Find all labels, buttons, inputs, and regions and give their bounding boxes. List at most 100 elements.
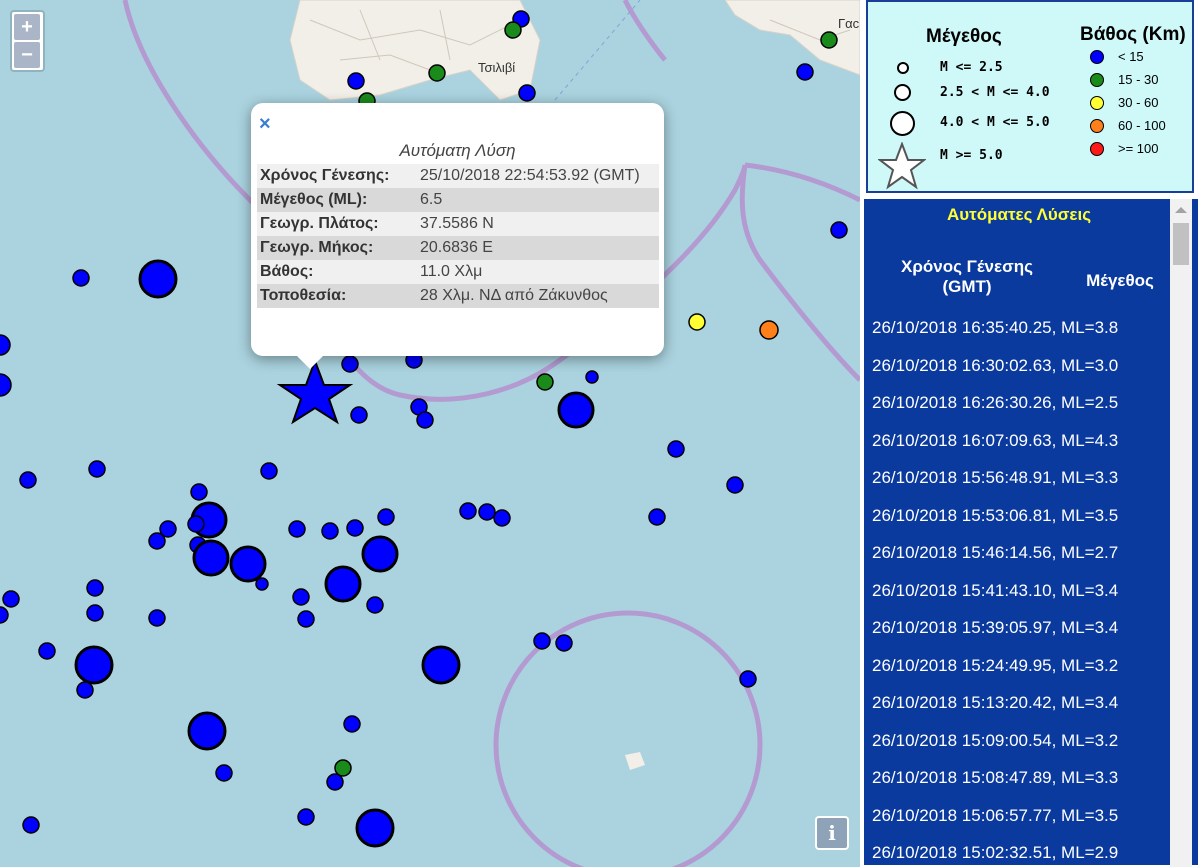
earthquake-marker[interactable] [0, 334, 11, 356]
earthquake-marker[interactable] [0, 606, 9, 624]
earthquake-marker[interactable] [192, 539, 230, 577]
legend-size-large-icon [890, 111, 915, 136]
earthquake-marker[interactable] [324, 565, 362, 603]
earthquake-marker[interactable] [148, 532, 166, 550]
earthquake-marker[interactable] [326, 773, 344, 791]
earthquake-marker[interactable] [355, 808, 395, 848]
earthquake-marker[interactable] [22, 816, 40, 834]
legend-depth-label: 60 - 100 [1118, 118, 1166, 133]
earthquake-marker[interactable] [421, 645, 461, 685]
solution-row[interactable]: 26/10/2018 15:08:47.89, ML=3.3 [872, 768, 1118, 788]
earthquake-marker[interactable] [74, 645, 114, 685]
info-button[interactable]: i [815, 816, 849, 850]
solution-row[interactable]: 26/10/2018 15:56:48.91, ML=3.3 [872, 468, 1118, 488]
earthquake-marker[interactable] [260, 462, 278, 480]
earthquake-marker[interactable] [76, 681, 94, 699]
solution-row[interactable]: 26/10/2018 16:30:02.63, ML=3.0 [872, 356, 1118, 376]
solution-row[interactable]: 26/10/2018 15:02:32.51, ML=2.9 [872, 843, 1118, 863]
earthquake-marker[interactable] [796, 63, 814, 81]
zoom-in-button[interactable]: + [14, 14, 40, 40]
earthquake-marker[interactable] [585, 370, 599, 384]
earthquake-marker[interactable] [688, 313, 706, 331]
panel-scrollbar[interactable] [1170, 199, 1192, 867]
scroll-thumb[interactable] [1173, 223, 1189, 265]
earthquake-marker[interactable] [377, 508, 395, 526]
earthquake-marker[interactable] [648, 508, 666, 526]
solution-row[interactable]: 26/10/2018 15:41:43.10, ML=3.4 [872, 581, 1118, 601]
earthquake-marker[interactable] [739, 670, 757, 688]
popup-key: Χρόνος Γένεσης: [260, 167, 390, 184]
earthquake-marker[interactable] [72, 269, 90, 287]
earthquake-marker[interactable] [343, 715, 361, 733]
scroll-up-icon[interactable] [1175, 207, 1187, 213]
earthquake-marker[interactable] [536, 373, 554, 391]
earthquake-marker[interactable] [504, 21, 522, 39]
legend-depth-label: < 15 [1118, 49, 1144, 64]
earthquake-marker[interactable] [820, 31, 838, 49]
earthquake-marker[interactable] [341, 355, 359, 373]
solution-row[interactable]: 26/10/2018 15:13:20.42, ML=3.4 [872, 693, 1118, 713]
solution-row[interactable]: 26/10/2018 15:46:14.56, ML=2.7 [872, 543, 1118, 563]
zoom-out-button[interactable]: − [14, 42, 40, 68]
earthquake-marker[interactable] [190, 483, 208, 501]
earthquake-marker[interactable] [297, 610, 315, 628]
earthquake-marker[interactable] [138, 259, 178, 299]
earthquake-marker[interactable] [86, 604, 104, 622]
earthquake-marker[interactable] [292, 588, 310, 606]
solution-row[interactable]: 26/10/2018 16:35:40.25, ML=3.8 [872, 318, 1118, 338]
earthquake-marker[interactable] [366, 596, 384, 614]
automatic-solutions-panel[interactable]: Αυτόματες Λύσεις Χρόνος Γένεσης (GMT) Μέ… [862, 197, 1200, 867]
earthquake-marker[interactable] [148, 609, 166, 627]
solution-row[interactable]: 26/10/2018 15:09:00.54, ML=3.2 [872, 731, 1118, 751]
earthquake-marker[interactable] [759, 320, 779, 340]
earthquake-marker[interactable] [416, 411, 434, 429]
solution-row[interactable]: 26/10/2018 16:07:09.63, ML=4.3 [872, 431, 1118, 451]
popup-value: 20.6836 E [420, 239, 493, 256]
earthquake-marker[interactable] [493, 509, 511, 527]
solution-row[interactable]: 26/10/2018 15:53:06.81, ML=3.5 [872, 506, 1118, 526]
earthquake-marker[interactable] [187, 515, 205, 533]
earthquake-marker[interactable] [255, 577, 269, 591]
place-label-edge: Γαϲ [838, 16, 860, 31]
earthquake-marker[interactable] [187, 711, 227, 751]
solution-row[interactable]: 26/10/2018 15:39:05.97, ML=3.4 [872, 618, 1118, 638]
popup-key: Τοποθεσία: [260, 287, 347, 304]
earthquake-marker[interactable] [86, 579, 104, 597]
earthquake-marker[interactable] [830, 221, 848, 239]
earthquake-marker[interactable] [297, 808, 315, 826]
earthquake-marker[interactable] [347, 72, 365, 90]
earthquake-marker[interactable] [321, 522, 339, 540]
earthquake-marker[interactable] [2, 590, 20, 608]
earthquake-marker[interactable] [215, 764, 233, 782]
event-popup: × Αυτόματη Λύση Χρόνος Γένεσης: 25/10/201… [251, 103, 664, 356]
earthquake-marker[interactable] [459, 502, 477, 520]
legend-depth-dot-icon [1090, 50, 1104, 64]
earthquake-marker[interactable] [350, 406, 368, 424]
popup-value: 6.5 [420, 191, 443, 208]
earthquake-marker[interactable] [19, 471, 37, 489]
earthquake-marker[interactable] [229, 545, 267, 583]
shipping-lane [554, 0, 641, 101]
popup-value: 11.0 Χλμ [420, 263, 483, 280]
earthquake-marker[interactable] [38, 642, 56, 660]
earthquake-marker[interactable] [0, 373, 12, 397]
earthquake-marker[interactable] [88, 460, 106, 478]
solution-row[interactable]: 26/10/2018 15:24:49.95, ML=3.2 [872, 656, 1118, 676]
close-icon[interactable]: × [259, 113, 271, 136]
star-icon[interactable] [276, 358, 354, 425]
earthquake-marker[interactable] [533, 632, 551, 650]
earthquake-marker[interactable] [478, 503, 496, 521]
earthquake-marker[interactable] [667, 440, 685, 458]
earthquake-marker[interactable] [346, 519, 364, 537]
solution-row[interactable]: 26/10/2018 16:26:30.26, ML=2.5 [872, 393, 1118, 413]
popup-key: Μέγεθος (ML): [260, 191, 368, 208]
earthquake-marker[interactable] [518, 84, 536, 102]
panel-title: Αυτόματες Λύσεις [946, 205, 1092, 224]
earthquake-marker[interactable] [428, 64, 446, 82]
earthquake-marker[interactable] [288, 520, 306, 538]
earthquake-marker[interactable] [361, 535, 399, 573]
earthquake-marker[interactable] [726, 476, 744, 494]
earthquake-marker[interactable] [557, 391, 595, 429]
solution-row[interactable]: 26/10/2018 15:06:57.77, ML=3.5 [872, 806, 1118, 826]
earthquake-marker[interactable] [555, 634, 573, 652]
